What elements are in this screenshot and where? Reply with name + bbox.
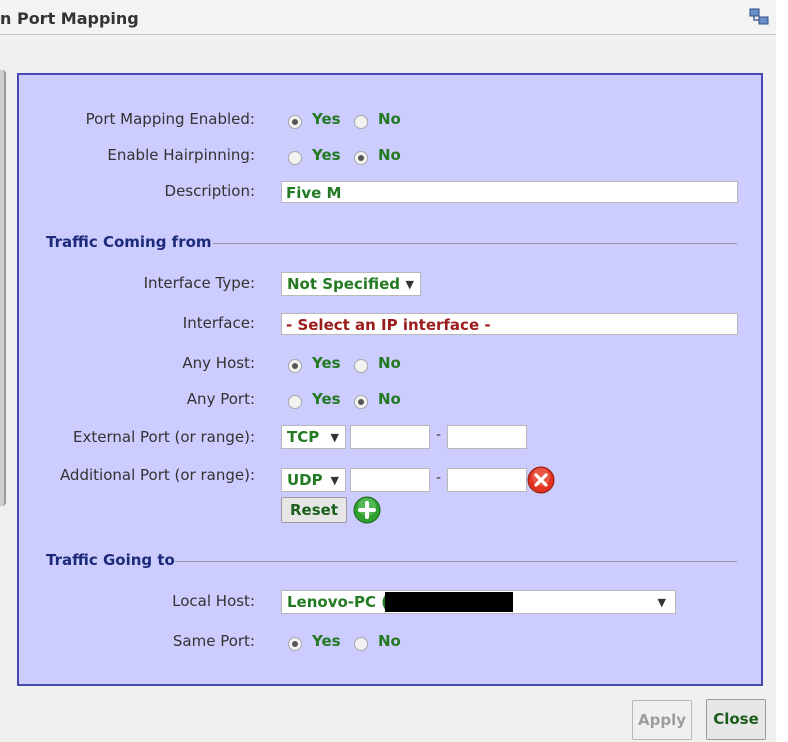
any-host-yes-radio[interactable] [288, 359, 302, 373]
any-host-no-radio[interactable] [354, 359, 368, 373]
chevron-down-icon: ▼ [657, 596, 666, 609]
port-mapping-enabled-no-radio[interactable] [354, 115, 368, 129]
port-mapping-enabled-yes-label[interactable]: Yes [312, 110, 341, 128]
any-port-yes-radio[interactable] [288, 395, 302, 409]
section-divider [175, 561, 737, 562]
interface-type-value: Not Specified [287, 275, 401, 293]
any-host-no-label[interactable]: No [378, 354, 401, 372]
interface-input[interactable]: - Select an IP interface - [281, 313, 738, 335]
window-edge [776, 0, 788, 742]
redacted-hostname-bar [385, 592, 513, 612]
any-port-no-radio[interactable] [354, 395, 368, 409]
additional-port-end-input[interactable] [447, 468, 527, 492]
any-port-yes-label[interactable]: Yes [312, 390, 341, 408]
remove-port-icon[interactable] [527, 466, 555, 494]
additional-port-protocol-value: UDP [287, 471, 323, 489]
port-mapping-form: Port Mapping Enabled: Yes No Enable Hair… [17, 73, 763, 686]
enable-hairpinning-yes-label[interactable]: Yes [312, 146, 341, 164]
any-port-no-label[interactable]: No [378, 390, 401, 408]
network-icon[interactable] [749, 8, 769, 26]
traffic-to-heading: Traffic Going to [46, 551, 175, 569]
local-host-label: Local Host: [172, 592, 255, 610]
additional-port-protocol-select[interactable]: UDP ▼ [281, 468, 346, 492]
traffic-from-heading: Traffic Coming from [46, 233, 212, 251]
same-port-no-label[interactable]: No [378, 632, 401, 650]
port-mapping-enabled-no-label[interactable]: No [378, 110, 401, 128]
chevron-down-icon: ▼ [330, 431, 339, 444]
interface-type-select[interactable]: Not Specified ▼ [281, 272, 421, 296]
interface-label: Interface: [182, 314, 255, 332]
same-port-label: Same Port: [172, 632, 255, 650]
add-port-icon[interactable] [353, 496, 381, 524]
range-separator: - [436, 470, 442, 486]
external-port-end-input[interactable] [447, 425, 527, 449]
description-label: Description: [164, 182, 255, 200]
chevron-down-icon: ▼ [405, 278, 414, 291]
additional-port-start-input[interactable] [350, 468, 430, 492]
chevron-down-icon: ▼ [330, 474, 339, 487]
enable-hairpinning-no-radio[interactable] [354, 151, 368, 165]
apply-button[interactable]: Apply [632, 700, 692, 740]
any-host-yes-label[interactable]: Yes [312, 354, 341, 372]
section-divider [213, 243, 737, 244]
local-host-value: Lenovo-PC ( [287, 593, 389, 611]
same-port-yes-label[interactable]: Yes [312, 632, 341, 650]
external-port-protocol-select[interactable]: TCP ▼ [281, 425, 346, 449]
external-port-start-input[interactable] [350, 425, 430, 449]
enable-hairpinning-label: Enable Hairpinning: [107, 146, 255, 164]
range-separator: - [436, 427, 442, 443]
same-port-no-radio[interactable] [354, 637, 368, 651]
any-host-label: Any Host: [182, 354, 255, 372]
port-mapping-enabled-label: Port Mapping Enabled: [85, 110, 255, 128]
additional-port-label: Additional Port (or range): [59, 466, 255, 484]
external-port-protocol-value: TCP [287, 428, 320, 446]
close-button[interactable]: Close [706, 699, 766, 740]
reset-button[interactable]: Reset [281, 497, 347, 523]
same-port-yes-radio[interactable] [288, 637, 302, 651]
window-title: n Port Mapping [0, 9, 139, 28]
enable-hairpinning-yes-radio[interactable] [288, 151, 302, 165]
external-port-label: External Port (or range): [73, 428, 255, 446]
interface-type-label: Interface Type: [143, 274, 255, 292]
description-input[interactable]: Five M [281, 181, 738, 203]
any-port-label: Any Port: [186, 390, 255, 408]
enable-hairpinning-no-label[interactable]: No [378, 146, 401, 164]
window-titlebar: n Port Mapping [0, 0, 778, 35]
port-mapping-enabled-yes-radio[interactable] [288, 115, 302, 129]
